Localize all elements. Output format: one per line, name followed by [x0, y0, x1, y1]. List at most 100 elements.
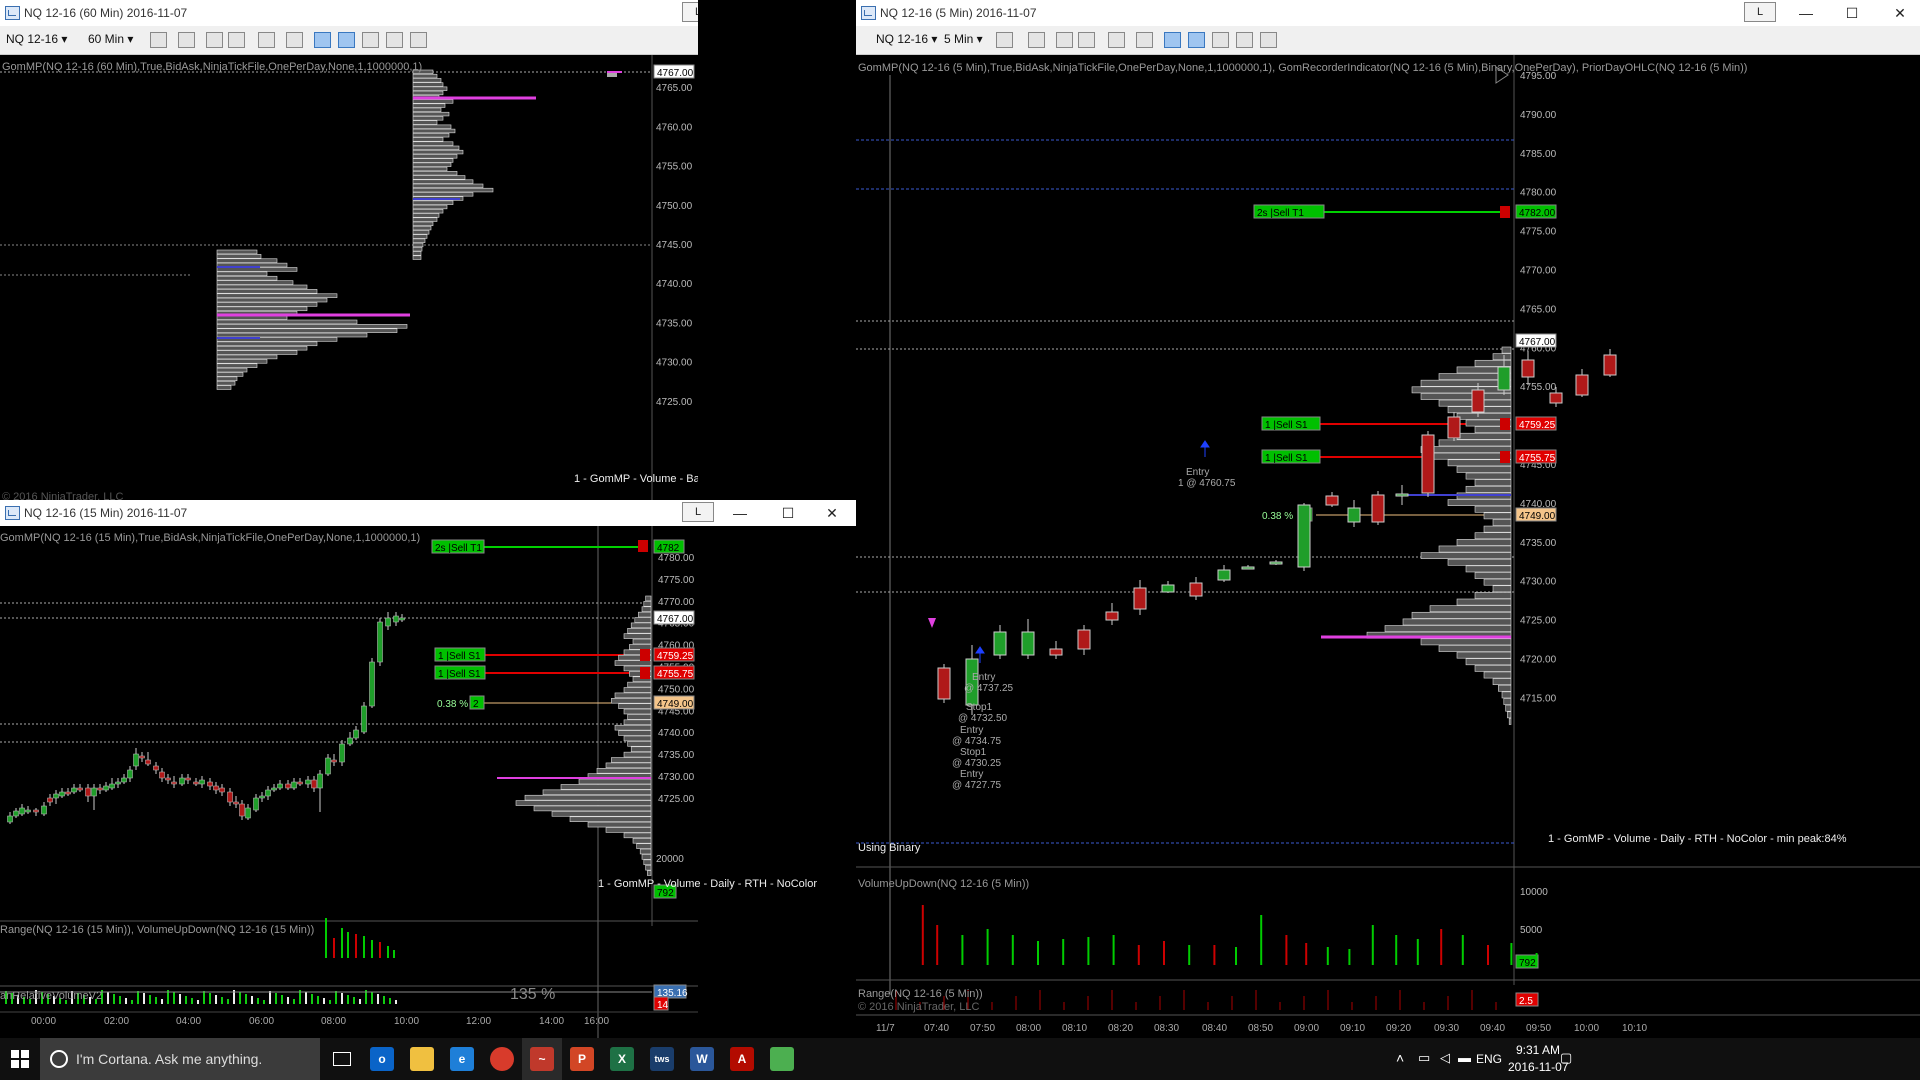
titlebar-5min[interactable]: NQ 12-16 (5 Min) 2016-11-07 L — ☐ ✕ [856, 0, 1920, 26]
maximize-button[interactable]: ☐ [1832, 0, 1872, 26]
message-icon[interactable]: ▬ [1458, 1050, 1471, 1065]
tws-app[interactable]: tws [642, 1038, 682, 1080]
acrobat-app[interactable]: A [722, 1038, 762, 1080]
outlook-app[interactable]: o [362, 1038, 402, 1080]
language-indicator[interactable]: ENG [1476, 1052, 1502, 1066]
cancel-x-b [640, 667, 650, 679]
layout-button[interactable]: L [1744, 2, 1776, 22]
candle [59, 791, 65, 797]
chart-area-5min[interactable]: 4795.00 4790.00 4785.00 4780.00 4775.00 4770.… [856, 55, 1920, 1040]
layout-button[interactable]: L [682, 502, 714, 522]
candle [1395, 493, 1409, 497]
chart-window-60min: NQ 12-16 (60 Min) 2016-11-07 L — ☐ ✕ NQ … [0, 0, 698, 500]
volume-profile-day2-row [412, 251, 422, 256]
entry1-price: 1 @ 4760.75 [1178, 478, 1236, 489]
volume-profile-5-row [1402, 618, 1512, 626]
edge-app[interactable]: e [442, 1038, 482, 1080]
save-icon[interactable] [1260, 32, 1277, 48]
task-view-button[interactable] [322, 1038, 362, 1080]
network-icon[interactable]: ▭ [1418, 1050, 1430, 1066]
chart-canvas-5min[interactable]: 4795.004790.004785.004780.004775.004770.… [856, 55, 1920, 1040]
volume-profile-15-row [533, 805, 652, 812]
data-box-icon[interactable] [386, 32, 403, 48]
candle [1575, 374, 1589, 396]
layout-button[interactable]: L [682, 2, 698, 22]
price-panel-60min[interactable]: 4770.004765.004760.004755.004750.004745.… [0, 44, 698, 500]
stop1-label: Stop1 [966, 702, 993, 713]
powerpoint-app[interactable]: P [562, 1038, 602, 1080]
green-app[interactable] [762, 1038, 802, 1080]
chrome-app[interactable] [482, 1038, 522, 1080]
candle [33, 809, 39, 813]
eraser-icon[interactable] [1078, 32, 1095, 48]
close-button[interactable]: ✕ [1880, 0, 1920, 26]
strategies-icon[interactable] [1212, 32, 1229, 48]
instrument-selector[interactable]: NQ 12-16 ▾ [876, 32, 937, 46]
sell-t1-order: 2s |Sell T1 [435, 543, 482, 554]
maximize-button[interactable]: ☐ [768, 500, 808, 526]
pencil-icon[interactable] [178, 32, 195, 48]
indicators-icon[interactable] [338, 32, 355, 48]
save-icon[interactable] [410, 32, 427, 48]
eraser-icon[interactable] [228, 32, 245, 48]
volume-profile-day2-row [412, 124, 452, 129]
volume-profile-5-row [1483, 512, 1512, 520]
explorer-app[interactable] [402, 1038, 442, 1080]
zoom-icon[interactable] [286, 32, 303, 48]
close-button[interactable]: ✕ [812, 500, 852, 526]
volume-profile-day2-row [412, 204, 448, 210]
price-tick: 4760.00 [656, 122, 693, 133]
sparkle-icon[interactable] [206, 32, 223, 48]
titlebar-60min[interactable]: NQ 12-16 (60 Min) 2016-11-07 L — ☐ ✕ [0, 0, 698, 26]
period-selector[interactable]: 60 Min ▾ [88, 32, 133, 46]
candle [127, 769, 133, 779]
properties-icon[interactable] [1164, 32, 1181, 48]
excel-app[interactable]: X [602, 1038, 642, 1080]
start-button[interactable] [0, 1038, 40, 1080]
chart-area-15min[interactable]: 4780.004775.004770.004765.004760.004755.… [0, 526, 856, 1040]
sell-s1-order-a: 1 |Sell S1 [438, 651, 481, 662]
time-tick: 09:30 [1434, 1023, 1459, 1034]
volume-profile-day2-row [412, 238, 426, 243]
candle [193, 781, 199, 785]
tray-chevron-icon[interactable]: ˄ [1396, 1050, 1404, 1066]
time-tick: 09:10 [1340, 1023, 1365, 1034]
candle [1105, 611, 1119, 621]
volume-profile-5-row [1503, 698, 1512, 705]
clock-time[interactable]: 9:31 AM [1516, 1043, 1560, 1057]
pencil-icon[interactable] [1028, 32, 1045, 48]
period-selector[interactable]: 5 Min ▾ [944, 32, 983, 46]
titlebar-15min[interactable]: NQ 12-16 (15 Min) 2016-11-07 L — ☐ ✕ [0, 500, 856, 526]
candle [139, 755, 145, 759]
candle [369, 661, 375, 707]
chart-toolbar-60min: NQ 12-16 ▾ 60 Min ▾ [0, 26, 698, 55]
minimize-button[interactable]: — [720, 500, 760, 526]
candle [159, 771, 165, 779]
cortana-search[interactable]: I'm Cortana. Ask me anything. [40, 1038, 320, 1080]
indicators-icon[interactable] [1188, 32, 1205, 48]
notifications-icon[interactable]: ▢ [1560, 1050, 1572, 1066]
zoom-icon[interactable] [1136, 32, 1153, 48]
sparkle-icon[interactable] [1056, 32, 1073, 48]
strategies-icon[interactable] [362, 32, 379, 48]
volume-profile-day2-row [412, 200, 454, 205]
volume-profile-5-row [1447, 499, 1512, 506]
word-app[interactable]: W [682, 1038, 722, 1080]
cursor-icon[interactable] [1108, 32, 1125, 48]
instrument-selector[interactable]: NQ 12-16 ▾ [6, 32, 67, 46]
cursor-icon[interactable] [258, 32, 275, 48]
minimize-button[interactable]: — [1786, 0, 1826, 26]
chart-canvas-15min[interactable]: 4780.004775.004770.004765.004760.004755.… [0, 526, 856, 1040]
time-tick: 09:20 [1386, 1023, 1411, 1034]
line-tool-icon[interactable] [150, 32, 167, 48]
bar-style-icon[interactable] [996, 32, 1013, 48]
ninjatrader-app[interactable]: ~ [522, 1038, 562, 1080]
price-tick: 4780.00 [1520, 188, 1557, 199]
data-box-icon[interactable] [1236, 32, 1253, 48]
candle [179, 777, 185, 785]
copyright-label: © 2016 NinjaTrader, LLC [858, 1001, 980, 1013]
properties-icon[interactable] [314, 32, 331, 48]
chart-canvas-60min[interactable]: 4770.004765.004760.004755.004750.004745.… [0, 44, 698, 500]
volume-profile-5-row [1474, 572, 1512, 579]
volume-icon[interactable]: ◁ [1440, 1050, 1450, 1066]
